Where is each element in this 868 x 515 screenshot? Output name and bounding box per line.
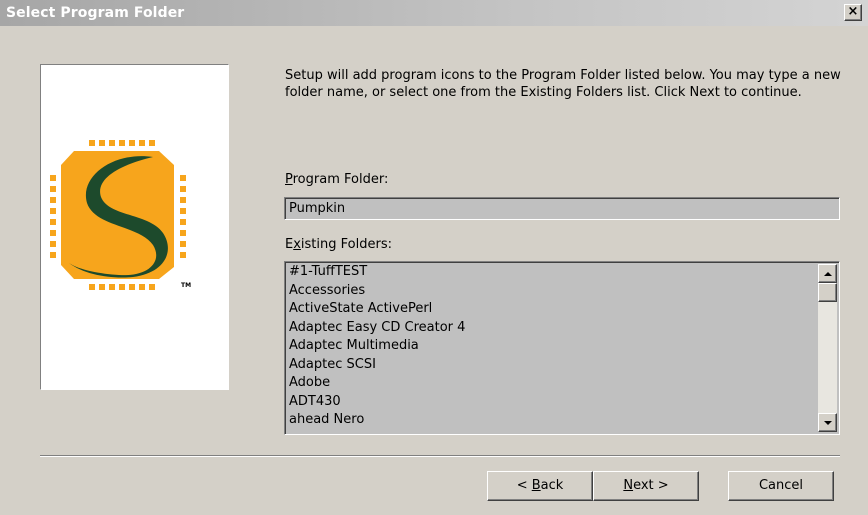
existing-folders-label: Existing Folders: bbox=[285, 237, 392, 252]
logo-panel: TM bbox=[40, 64, 229, 390]
next-button[interactable]: Next > bbox=[593, 471, 699, 501]
list-item[interactable]: Adaptec Multimedia bbox=[287, 337, 815, 356]
program-folder-label: Program Folder: bbox=[285, 172, 389, 187]
list-item[interactable]: Accessories bbox=[287, 282, 815, 301]
list-item[interactable]: Adaptec Easy CD Creator 4 bbox=[287, 319, 815, 338]
scroll-down-button[interactable] bbox=[818, 413, 837, 432]
existing-folders-listbox[interactable]: #1-TuffTEST Accessories ActiveState Acti… bbox=[284, 261, 840, 435]
program-folder-input[interactable]: Pumpkin bbox=[284, 197, 840, 220]
cancel-button[interactable]: Cancel bbox=[728, 471, 834, 501]
arrow-up-icon bbox=[823, 271, 832, 276]
list-item[interactable]: Adobe bbox=[287, 374, 815, 393]
list-item[interactable]: ahead Nero bbox=[287, 411, 815, 430]
window-title: Select Program Folder bbox=[6, 5, 185, 21]
scroll-thumb[interactable] bbox=[818, 283, 837, 302]
intro-text: Setup will add program icons to the Prog… bbox=[285, 68, 841, 100]
scroll-up-button[interactable] bbox=[818, 264, 837, 283]
vertical-scrollbar[interactable] bbox=[818, 264, 837, 432]
trademark-mark: TM bbox=[181, 282, 191, 289]
list-item[interactable]: ActiveState ActivePerl bbox=[287, 300, 815, 319]
close-button[interactable]: × bbox=[844, 4, 862, 21]
back-button[interactable]: < Back bbox=[487, 471, 593, 501]
arrow-down-icon bbox=[823, 420, 832, 425]
separator bbox=[40, 455, 840, 457]
list-item[interactable]: ADT430 bbox=[287, 393, 815, 412]
list-item[interactable]: #1-TuffTEST bbox=[287, 263, 815, 282]
pumpkin-logo: TM bbox=[50, 140, 191, 290]
title-bar: Select Program Folder × bbox=[0, 0, 868, 26]
close-icon: × bbox=[847, 4, 859, 19]
list-item[interactable]: Adaptec SCSI bbox=[287, 356, 815, 375]
existing-folders-list[interactable]: #1-TuffTEST Accessories ActiveState Acti… bbox=[287, 263, 815, 433]
